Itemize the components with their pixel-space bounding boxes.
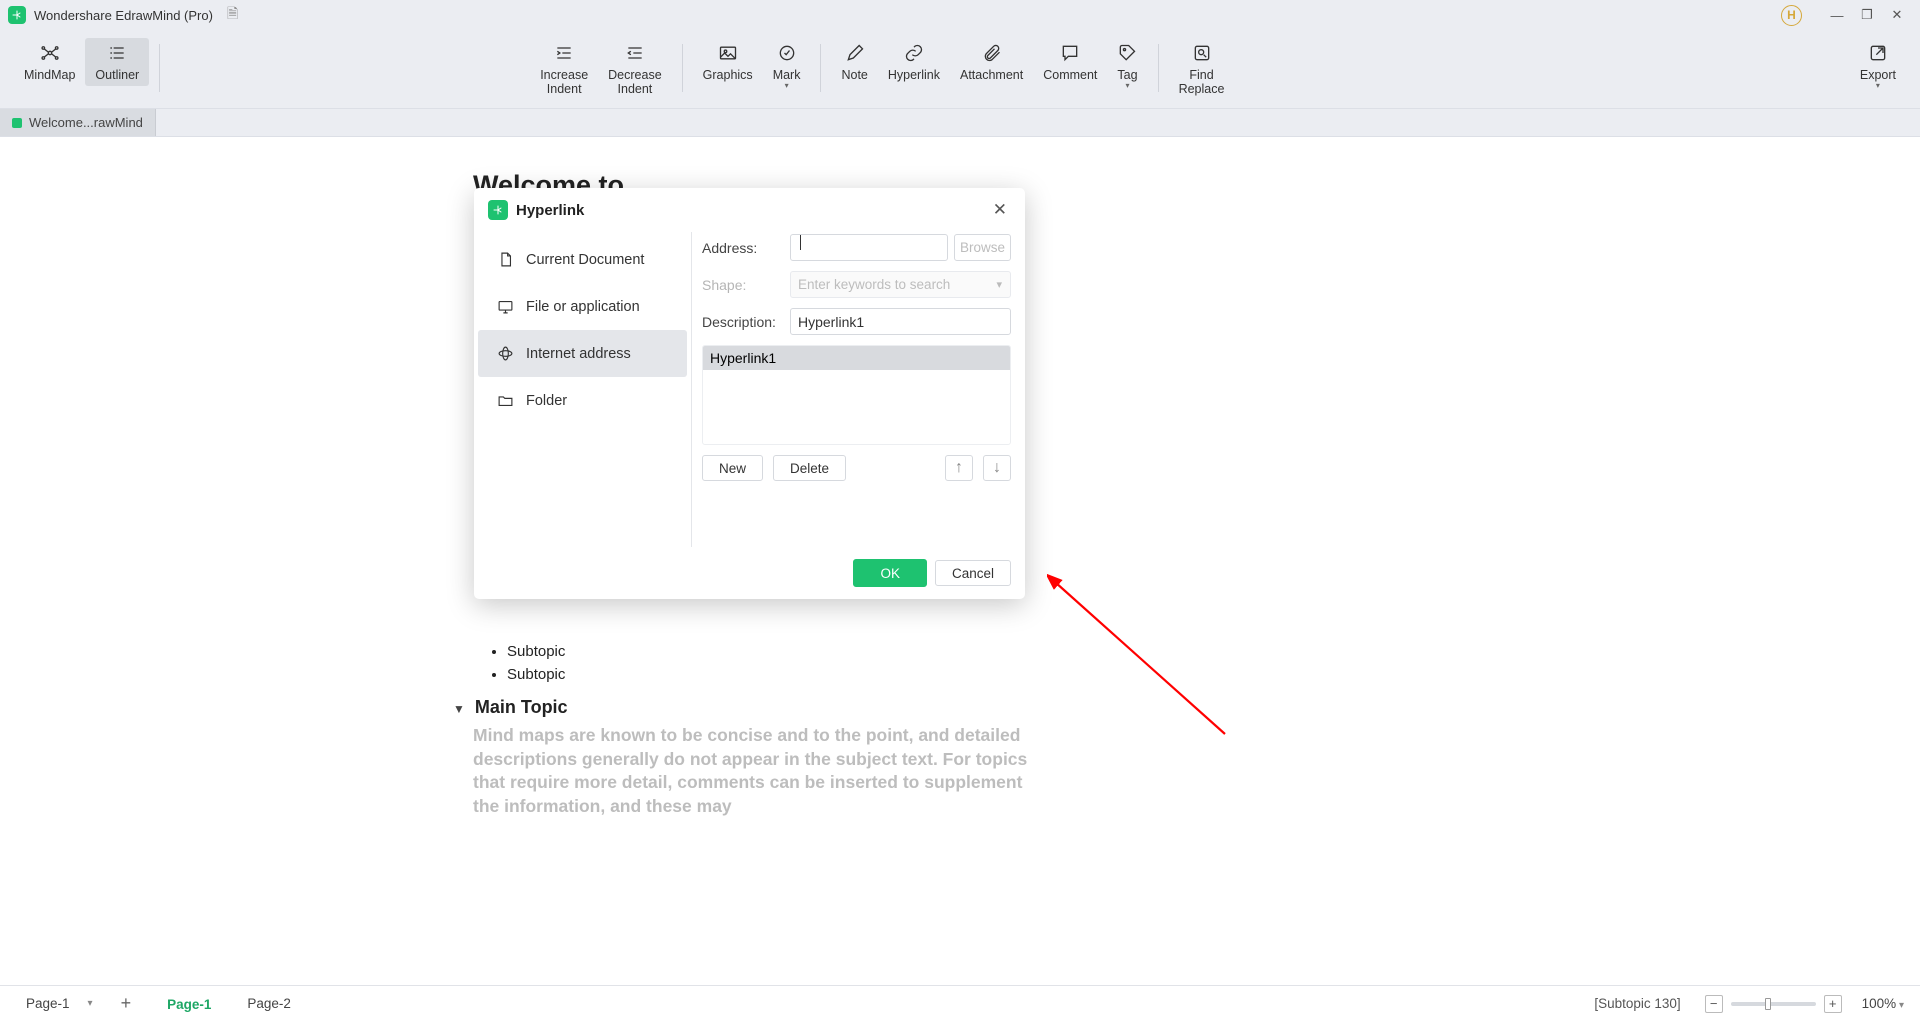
outliner-button[interactable]: Outliner [85, 38, 149, 86]
folder-icon [496, 392, 514, 410]
document-tab[interactable]: Welcome...rawMind [0, 109, 156, 136]
increase-indent-icon [554, 42, 574, 64]
page-tab-2[interactable]: Page-2 [229, 986, 309, 1022]
attachment-button[interactable]: Attachment [950, 38, 1033, 86]
app-logo-icon [8, 6, 26, 24]
topic-description[interactable]: Mind maps are known to be concise and to… [473, 724, 1033, 819]
dialog-title: Hyperlink [516, 202, 584, 219]
app-title: Wondershare EdrawMind (Pro) [34, 8, 213, 23]
annotation-arrow [1047, 574, 1232, 744]
close-button[interactable]: ✕ [1884, 2, 1910, 28]
mark-button[interactable]: Mark ▾ [763, 38, 811, 94]
outliner-icon [107, 42, 127, 64]
address-input[interactable] [790, 234, 948, 261]
document-tab-icon [12, 118, 22, 128]
status-subtopic: [Subtopic 130] [1594, 996, 1680, 1011]
cancel-button[interactable]: Cancel [935, 560, 1011, 586]
tag-button[interactable]: Tag ▾ [1107, 38, 1147, 94]
comment-icon [1060, 42, 1080, 64]
export-button[interactable]: Export ▾ [1850, 38, 1906, 94]
zoom-thumb[interactable] [1765, 998, 1771, 1010]
increase-indent-button[interactable]: Increase Indent [530, 38, 598, 101]
ok-button[interactable]: OK [853, 559, 927, 587]
tag-icon [1117, 42, 1137, 64]
note-icon [845, 42, 865, 64]
hyperlink-button[interactable]: Hyperlink [878, 38, 950, 86]
find-replace-button[interactable]: Find Replace [1169, 38, 1235, 101]
option-current-document[interactable]: Current Document [478, 236, 687, 283]
user-avatar[interactable]: H [1781, 5, 1802, 26]
document-tabs: Welcome...rawMind [0, 109, 1920, 137]
add-page-button[interactable]: + [121, 993, 132, 1014]
dialog-logo-icon [488, 200, 508, 220]
hyperlink-list-item[interactable]: Hyperlink1 [703, 346, 1010, 370]
move-up-button[interactable]: ↑ [945, 455, 973, 481]
subtopic-item[interactable]: Subtopic [507, 666, 1033, 683]
zoom-control: − + 100% [1705, 995, 1904, 1013]
zoom-slider[interactable] [1731, 1002, 1816, 1006]
comment-button[interactable]: Comment [1033, 38, 1107, 86]
new-button[interactable]: New [702, 455, 763, 481]
mindmap-icon [40, 42, 60, 64]
document-icon [496, 251, 514, 269]
main-topic[interactable]: ▼ Main Topic [473, 697, 1033, 718]
maximize-button[interactable]: ❐ [1854, 2, 1880, 28]
page-tab-1[interactable]: Page-1 [149, 986, 229, 1022]
decrease-indent-icon [625, 42, 645, 64]
attachment-icon [982, 42, 1002, 64]
decrease-indent-button[interactable]: Decrease Indent [598, 38, 672, 101]
globe-icon [496, 345, 514, 363]
hyperlink-form: Address: Browse Shape: Enter keywords to… [691, 232, 1025, 547]
delete-button[interactable]: Delete [773, 455, 846, 481]
subtopic-item[interactable]: Subtopic [507, 643, 1033, 660]
browse-button[interactable]: Browse [954, 234, 1011, 261]
zoom-out-button[interactable]: − [1705, 995, 1723, 1013]
description-label: Description: [702, 314, 790, 330]
dialog-header: Hyperlink ✕ [474, 188, 1025, 232]
dialog-close-button[interactable]: ✕ [989, 196, 1011, 224]
option-folder[interactable]: Folder [478, 377, 687, 424]
graphics-icon [718, 42, 738, 64]
title-bar: Wondershare EdrawMind (Pro) 🗎 H — ❐ ✕ [0, 0, 1920, 30]
collapse-caret-icon[interactable]: ▼ [453, 702, 465, 716]
move-down-button[interactable]: ↓ [983, 455, 1011, 481]
zoom-value[interactable]: 100% [1862, 996, 1904, 1011]
hyperlink-list[interactable]: Hyperlink1 [702, 345, 1011, 445]
minimize-button[interactable]: — [1824, 2, 1850, 28]
address-label: Address: [702, 240, 790, 256]
status-bar: Page-1 + Page-1 Page-2 [Subtopic 130] − … [0, 985, 1920, 1021]
shape-select[interactable]: Enter keywords to search [790, 271, 1011, 298]
graphics-button[interactable]: Graphics [693, 38, 763, 86]
mark-icon [777, 42, 797, 64]
ribbon-toolbar: MindMap Outliner Increase Indent Decreas… [0, 30, 1920, 109]
find-replace-icon [1192, 42, 1212, 64]
option-internet-address[interactable]: Internet address [478, 330, 687, 377]
zoom-in-button[interactable]: + [1824, 995, 1842, 1013]
page-selector[interactable]: Page-1 [16, 996, 103, 1011]
note-button[interactable]: Note [831, 38, 877, 86]
hyperlink-dialog: Hyperlink ✕ Current Document File or app… [474, 188, 1025, 599]
hyperlink-icon [904, 42, 924, 64]
description-input[interactable] [790, 308, 1011, 335]
dialog-footer: OK Cancel [474, 547, 1025, 599]
document-state-icon[interactable]: 🗎 [227, 3, 238, 27]
option-file-or-application[interactable]: File or application [478, 283, 687, 330]
hyperlink-type-list: Current Document File or application Int… [474, 232, 691, 547]
shape-label: Shape: [702, 277, 790, 293]
monitor-icon [496, 298, 514, 316]
mindmap-button[interactable]: MindMap [14, 38, 85, 86]
export-icon [1868, 42, 1888, 64]
